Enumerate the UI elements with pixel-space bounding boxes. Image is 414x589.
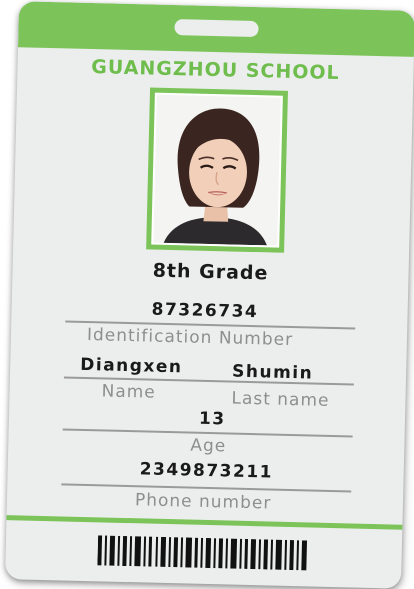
grade-level: 8th Grade bbox=[152, 259, 269, 285]
photo-frame bbox=[146, 87, 289, 253]
school-name: GUANGZHOU SCHOOL bbox=[91, 56, 340, 85]
id-card: GUANGZHOU SCHOOL 8th Grade 87326734 Iden… bbox=[4, 1, 414, 589]
barcode-icon bbox=[97, 535, 308, 571]
lanyard-slot bbox=[174, 19, 259, 38]
card-footer-stripe bbox=[6, 515, 403, 530]
age-label: Age bbox=[190, 435, 227, 457]
age-value: 13 bbox=[198, 408, 226, 430]
id-number-value: 87326734 bbox=[151, 299, 259, 323]
phone-label: Phone number bbox=[134, 490, 272, 514]
student-photo bbox=[153, 94, 281, 246]
last-name-label: Last name bbox=[231, 388, 330, 411]
card-header bbox=[17, 1, 414, 57]
phone-value: 2349873211 bbox=[139, 459, 274, 483]
name-label: Name bbox=[101, 381, 156, 403]
id-number-label: Identification Number bbox=[86, 325, 294, 351]
first-name-value: Diangxen bbox=[80, 354, 183, 378]
